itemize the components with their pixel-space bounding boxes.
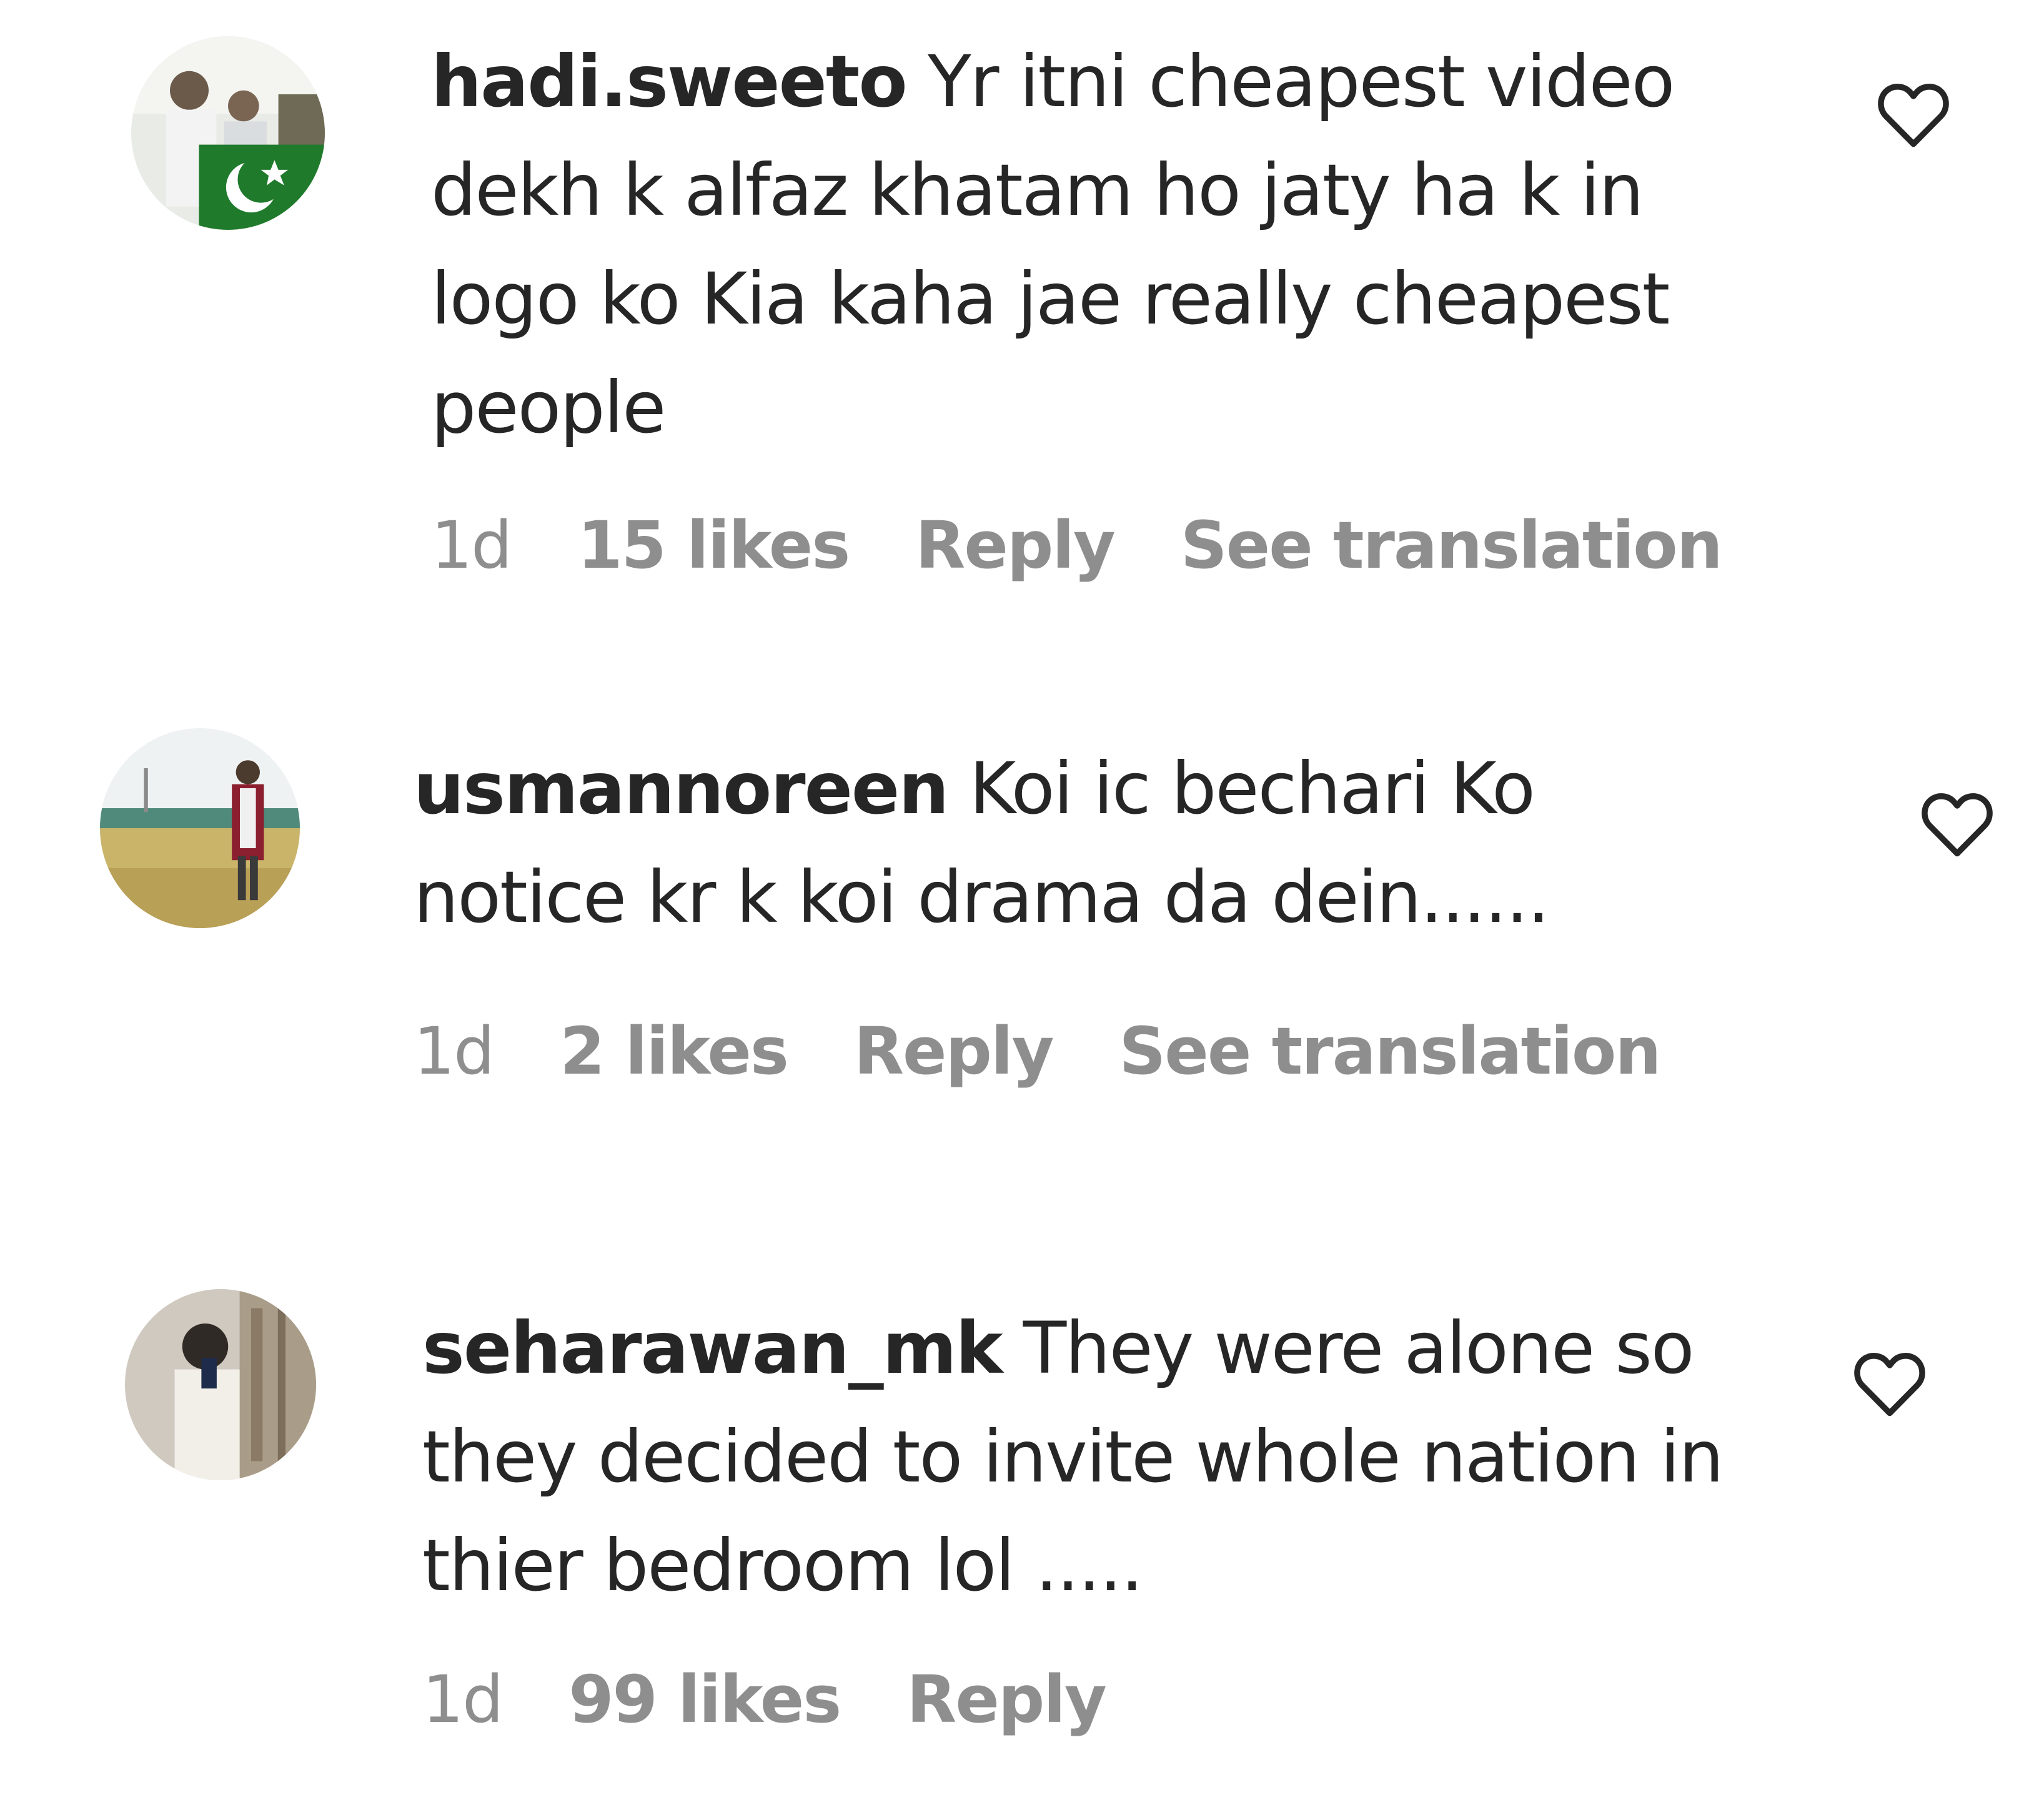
comment-meta: 1d 15 likes Reply See translation xyxy=(431,507,1788,583)
comment-time[interactable]: 1d xyxy=(422,1661,504,1738)
comment-username[interactable]: usmannoreen xyxy=(414,747,949,830)
like-button-shape xyxy=(1922,793,1993,857)
comment-time[interactable]: 1d xyxy=(414,1013,495,1089)
comment-item: usmannoreen Koi ic bechari Ko notice kr … xyxy=(0,687,2039,1174)
comment-body: usmannoreen Koi ic bechari Ko notice kr … xyxy=(414,734,1757,952)
comment-username[interactable]: seharawan_mk xyxy=(422,1307,1003,1390)
comment-username[interactable]: hadi.sweeto xyxy=(431,40,908,123)
see-translation-button[interactable]: See translation xyxy=(1119,1013,1661,1089)
reply-button[interactable]: Reply xyxy=(915,507,1116,583)
reply-button[interactable]: Reply xyxy=(854,1013,1054,1089)
avatar-image xyxy=(100,728,300,928)
avatar[interactable] xyxy=(125,1289,316,1480)
avatar-image xyxy=(131,36,325,230)
comment-body: seharawan_mk They were alone so they dec… xyxy=(422,1294,1765,1620)
heart-outline-icon[interactable] xyxy=(1875,80,1952,149)
avatar[interactable] xyxy=(131,36,325,230)
see-translation-button[interactable]: See translation xyxy=(1181,507,1723,583)
like-button-shape xyxy=(1854,1353,1925,1417)
comment-time[interactable]: 1d xyxy=(431,507,512,583)
likes-count[interactable]: 15 likes xyxy=(577,507,850,583)
comment-meta: 1d 99 likes Reply xyxy=(422,1661,1172,1738)
comment-item: hadi.sweeto Yr itni cheapest video dekh … xyxy=(0,0,2039,656)
reply-button[interactable]: Reply xyxy=(906,1661,1107,1738)
likes-count[interactable]: 99 likes xyxy=(568,1661,841,1738)
comment-item: seharawan_mk They were alone so they dec… xyxy=(0,1249,2039,1820)
heart-outline-icon[interactable] xyxy=(1919,789,1995,858)
comment-meta: 1d 2 likes Reply See translation xyxy=(414,1013,1726,1089)
comment-body: hadi.sweeto Yr itni cheapest video dekh … xyxy=(431,27,1774,462)
like-button-shape xyxy=(1878,84,1949,147)
likes-count[interactable]: 2 likes xyxy=(560,1013,789,1089)
avatar[interactable] xyxy=(100,728,300,928)
heart-outline-icon[interactable] xyxy=(1852,1349,1928,1418)
avatar-image xyxy=(125,1289,316,1480)
